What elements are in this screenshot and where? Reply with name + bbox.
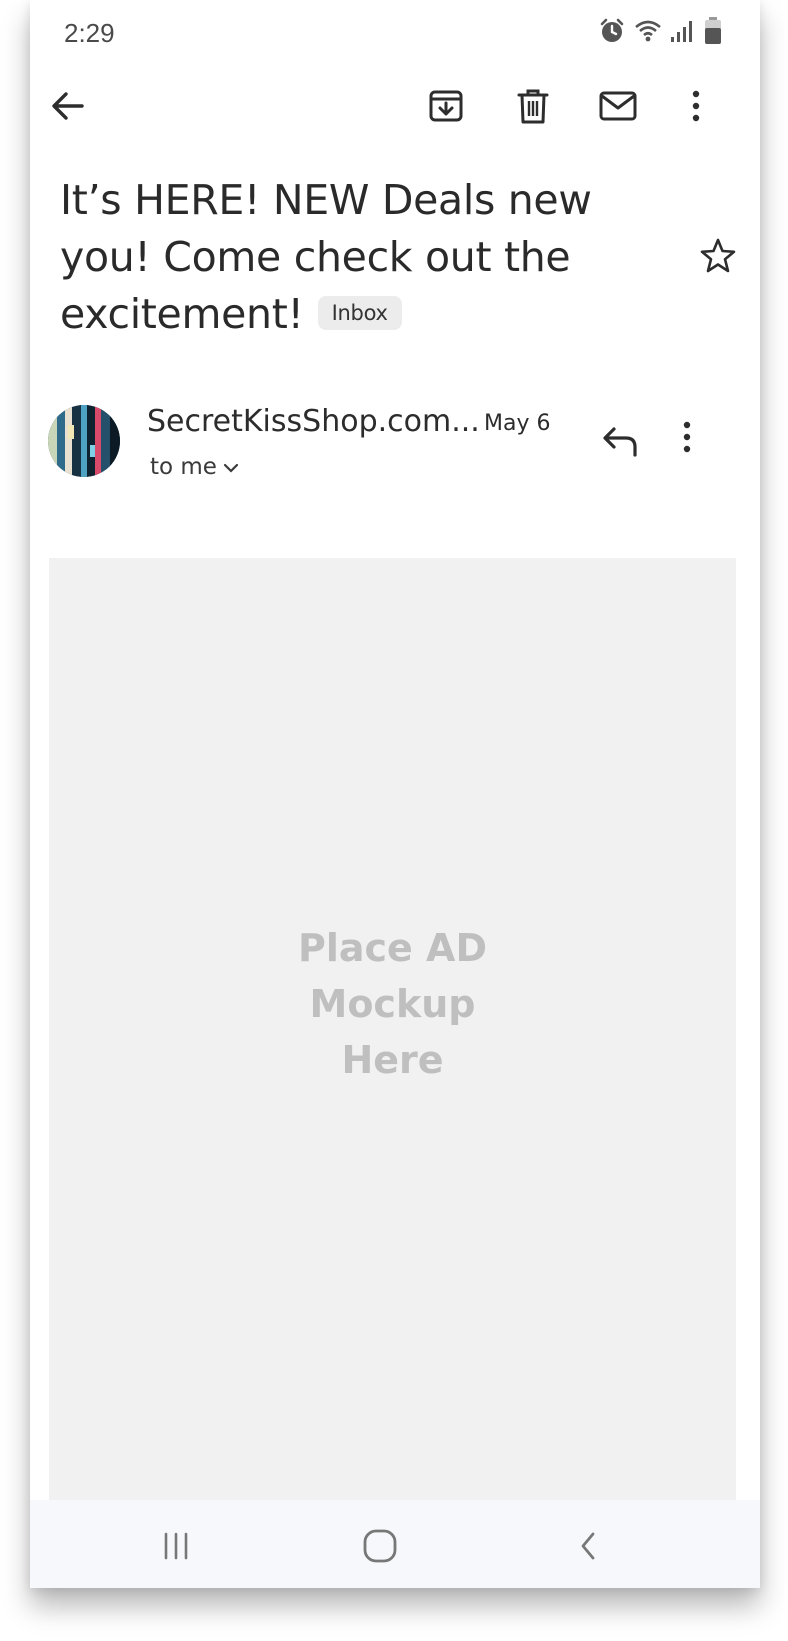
ad-placeholder-text: Place AD Mockup Here (298, 926, 487, 1082)
nav-back-icon[interactable] (566, 1524, 610, 1568)
signal-icon (670, 17, 696, 45)
recent-apps-icon[interactable] (154, 1524, 198, 1568)
alarm-icon (598, 17, 626, 45)
phone-screen: 2:29 It’s HERE! NEW Deals new you! Come … (30, 0, 760, 1588)
reply-icon[interactable] (600, 420, 642, 462)
chevron-down-icon (223, 454, 239, 480)
more-vertical-icon[interactable] (676, 86, 716, 126)
message-more-icon[interactable] (680, 420, 710, 462)
status-bar: 2:29 (30, 0, 760, 66)
email-toolbar (30, 66, 760, 146)
archive-icon[interactable] (426, 86, 466, 126)
recipient-toggle[interactable]: to me (150, 454, 239, 480)
home-icon[interactable] (358, 1524, 402, 1568)
battery-icon (704, 16, 722, 46)
recipient-text: to me (150, 454, 217, 480)
status-time: 2:29 (64, 18, 115, 48)
back-arrow-icon[interactable] (48, 86, 88, 126)
system-nav-bar (30, 1500, 760, 1588)
wifi-icon (634, 17, 662, 45)
mark-unread-icon[interactable] (598, 86, 638, 126)
trash-icon[interactable] (513, 86, 553, 126)
status-icons (598, 16, 722, 46)
sender-avatar[interactable] (48, 405, 120, 477)
inbox-label-badge[interactable]: Inbox (317, 296, 402, 330)
star-icon[interactable] (698, 236, 738, 276)
email-date: May 6 (484, 411, 551, 436)
email-subject: It’s HERE! NEW Deals new you! Come check… (60, 172, 660, 343)
sender-name[interactable]: SecretKissShop.com... (147, 404, 480, 439)
ad-placeholder: Place AD Mockup Here (49, 558, 736, 1513)
